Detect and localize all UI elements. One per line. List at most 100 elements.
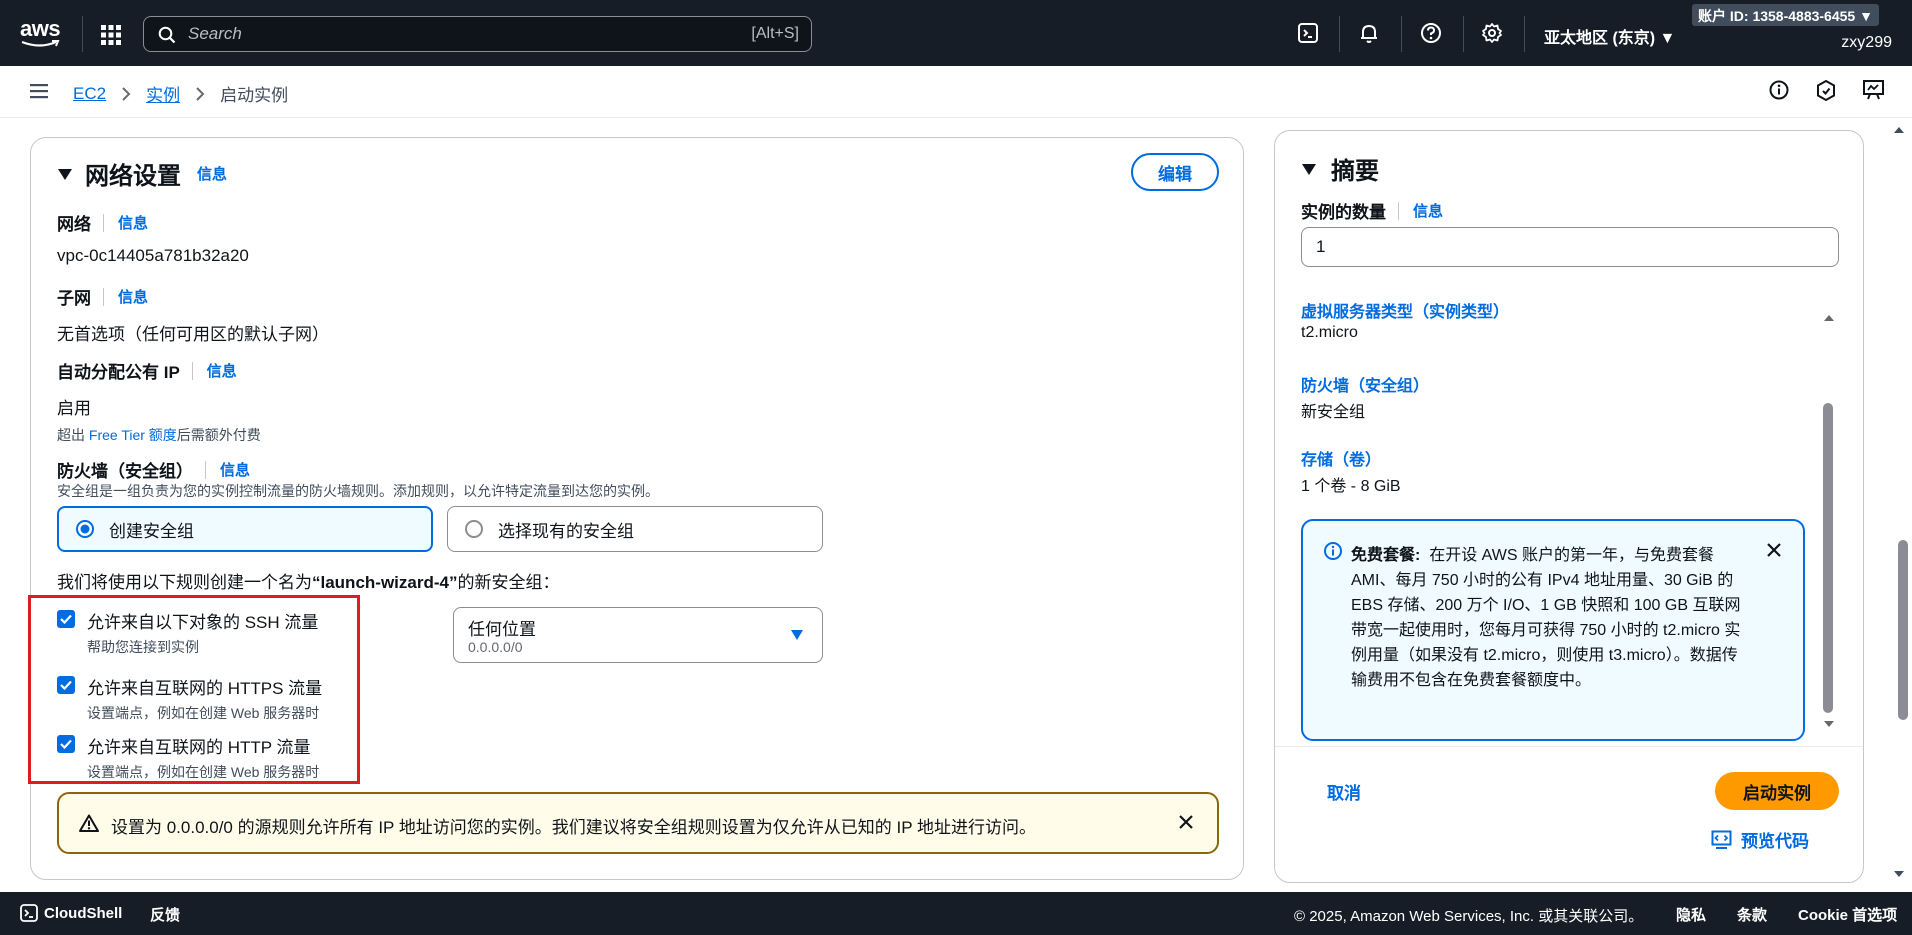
http-checkbox[interactable] (57, 735, 75, 753)
radio-select-existing-security-group[interactable]: 选择现有的安全组 (447, 506, 823, 552)
scroll-down-arrow-icon[interactable] (1823, 720, 1835, 728)
services-grid-icon[interactable] (100, 24, 122, 46)
chevron-right-icon (196, 86, 205, 101)
chevron-right-icon (122, 86, 131, 101)
page-scroll-down-icon[interactable] (1893, 870, 1905, 878)
radio-selected-icon (76, 520, 94, 538)
page-scroll-up-icon[interactable] (1893, 126, 1905, 134)
instance-type-link[interactable]: 虚拟服务器类型（实例类型） (1301, 298, 1509, 322)
free-tier-body: 在开设 AWS 账户的第一年，与免费套餐 AMI、每月 750 小时的公有 IP… (1351, 547, 1741, 689)
presentation-icon[interactable] (1862, 79, 1886, 103)
cookie-preferences-link[interactable]: Cookie 首选项 (1798, 904, 1897, 925)
rule-ssh: 允许来自以下对象的 SSH 流量 帮助您连接到实例 (57, 608, 318, 657)
account-id-badge[interactable]: 账户 ID: 1358-4883-6455 ▼ (1692, 4, 1879, 26)
preview-code-button[interactable]: 预览代码 (1711, 827, 1809, 852)
close-icon[interactable] (1765, 541, 1783, 559)
network-info-link[interactable]: 信息 (118, 212, 148, 233)
help-icon[interactable] (1420, 22, 1444, 46)
storage-value: 1 个卷 - 8 GiB (1301, 478, 1401, 495)
network-settings-title: 网络设置 (85, 163, 181, 190)
page-scrollbar-thumb[interactable] (1898, 540, 1908, 720)
storage-link[interactable]: 存储（卷） (1301, 446, 1381, 470)
intro-suffix: 的新安全组： (457, 573, 560, 592)
footer: CloudShell 反馈 © 2025, Amazon Web Service… (0, 892, 1912, 935)
free-tier-alert: 免费套餐: 在开设 AWS 账户的第一年，与免费套餐 AMI、每月 750 小时… (1301, 519, 1805, 741)
info-circle-icon[interactable] (1768, 79, 1792, 103)
cloudshell-icon[interactable] (1297, 22, 1321, 46)
summary-header[interactable]: 摘要 (1301, 151, 1379, 186)
network-label: 网络 信息 (57, 210, 148, 235)
username-menu[interactable]: zxy299 (1841, 34, 1892, 52)
subnet-label-text: 子网 (57, 289, 91, 308)
privacy-link[interactable]: 隐私 (1676, 904, 1706, 925)
instance-count-label: 实例的数量 信息 (1301, 198, 1443, 223)
settings-gear-icon[interactable] (1481, 22, 1505, 46)
nav-divider (1524, 16, 1525, 52)
cancel-button[interactable]: 取消 (1327, 779, 1361, 804)
instance-count-label-text: 实例的数量 (1301, 203, 1386, 222)
notifications-bell-icon[interactable] (1358, 22, 1382, 46)
launch-instance-button[interactable]: 启动实例 (1715, 772, 1839, 810)
auto-assign-ip-label: 自动分配公有 IP 信息 (57, 358, 237, 383)
free-tier-note: 超出 Free Tier 额度后需额外付费 (57, 425, 261, 445)
cloudshell-button[interactable]: CloudShell (20, 904, 122, 922)
feedback-link[interactable]: 反馈 (150, 904, 180, 925)
summary-scrollbar-thumb[interactable] (1823, 403, 1833, 713)
network-settings-header[interactable]: 网络设置 信息 (57, 156, 227, 191)
search-bar[interactable]: [Alt+S] (143, 16, 812, 52)
nav-divider (82, 16, 83, 52)
subnet-info-link[interactable]: 信息 (118, 286, 148, 307)
radio-create-security-group[interactable]: 创建安全组 (57, 506, 433, 552)
summary-panel: 摘要 实例的数量 信息 虚拟服务器类型（实例类型） t2.micro 防火墙（安… (1274, 130, 1864, 883)
scroll-up-arrow-icon[interactable] (1823, 314, 1835, 322)
top-navigation: aws [Alt+S] 亚太地区 (东京) ▼ 账户 ID: 1358-4883… (0, 0, 1912, 66)
rule-https: 允许来自互联网的 HTTPS 流量 设置端点，例如在创建 Web 服务器时 (57, 674, 322, 723)
hamburger-menu-icon[interactable] (30, 82, 50, 100)
aws-logo[interactable]: aws (20, 18, 66, 48)
breadcrumb-ec2[interactable]: EC2 (73, 84, 106, 104)
edit-button[interactable]: 编辑 (1131, 153, 1219, 191)
network-settings-info-link[interactable]: 信息 (197, 163, 227, 184)
breadcrumb-current: 启动实例 (220, 86, 289, 105)
free-tier-note-suffix: 后需额外付费 (176, 427, 261, 443)
https-checkbox[interactable] (57, 676, 75, 694)
firewall-description: 安全组是一组负责为您的实例控制流量的防火墙规则。添加规则，以允许特定流量到达您的… (57, 483, 659, 499)
search-input[interactable] (188, 23, 688, 45)
auto-assign-ip-label-text: 自动分配公有 IP (57, 363, 180, 382)
region-selector[interactable]: 亚太地区 (东京) ▼ (1544, 24, 1675, 48)
free-tier-link[interactable]: Free Tier 额度 (89, 427, 177, 443)
nav-divider (1339, 16, 1340, 52)
summary-title: 摘要 (1331, 158, 1379, 185)
firewall-summary-link[interactable]: 防火墙（安全组） (1301, 372, 1429, 396)
terms-link[interactable]: 条款 (1737, 904, 1767, 925)
open-access-warning-alert: 设置为 0.0.0.0/0 的源规则允许所有 IP 地址访问您的实例。我们建议将… (57, 792, 1219, 854)
http-rule-desc: 设置端点，例如在创建 Web 服务器时 (87, 764, 320, 780)
firewall-info-link[interactable]: 信息 (220, 459, 250, 480)
intro-prefix: 我们将使用以下规则创建一个名为 (57, 573, 312, 592)
breadcrumb-instances[interactable]: 实例 (146, 81, 180, 106)
cloudshell-label: CloudShell (44, 904, 123, 922)
search-shortcut-hint: [Alt+S] (751, 25, 799, 42)
network-label-text: 网络 (57, 215, 91, 234)
nav-divider (1463, 16, 1464, 52)
ssh-source-select[interactable]: 任何位置 0.0.0.0/0 (453, 607, 823, 663)
aws-smile-icon (21, 40, 60, 47)
ssh-checkbox[interactable] (57, 610, 75, 628)
subnet-label: 子网 信息 (57, 284, 148, 309)
instance-count-input[interactable] (1301, 227, 1839, 267)
nav-divider (1401, 16, 1402, 52)
breadcrumb-bar: EC2 实例 启动实例 (0, 66, 1912, 118)
vpc-id: vpc-0c14405a781b32a20 (57, 246, 249, 265)
hexagon-status-icon[interactable] (1815, 79, 1839, 103)
caret-down-icon (58, 168, 72, 180)
summary-divider (1275, 746, 1863, 747)
info-circle-icon (1324, 542, 1342, 560)
radio-existing-label: 选择现有的安全组 (498, 521, 634, 541)
firewall-label: 防火墙（安全组） 信息 (57, 457, 250, 482)
auto-assign-ip-info-link[interactable]: 信息 (207, 360, 237, 381)
ssh-source-cidr: 0.0.0.0/0 (468, 639, 523, 655)
close-icon[interactable] (1177, 813, 1195, 831)
instance-count-info-link[interactable]: 信息 (1413, 200, 1443, 221)
warning-text: 设置为 0.0.0.0/0 的源规则允许所有 IP 地址访问您的实例。我们建议将… (111, 818, 1037, 837)
security-group-name: “launch-wizard-4” (312, 573, 458, 592)
